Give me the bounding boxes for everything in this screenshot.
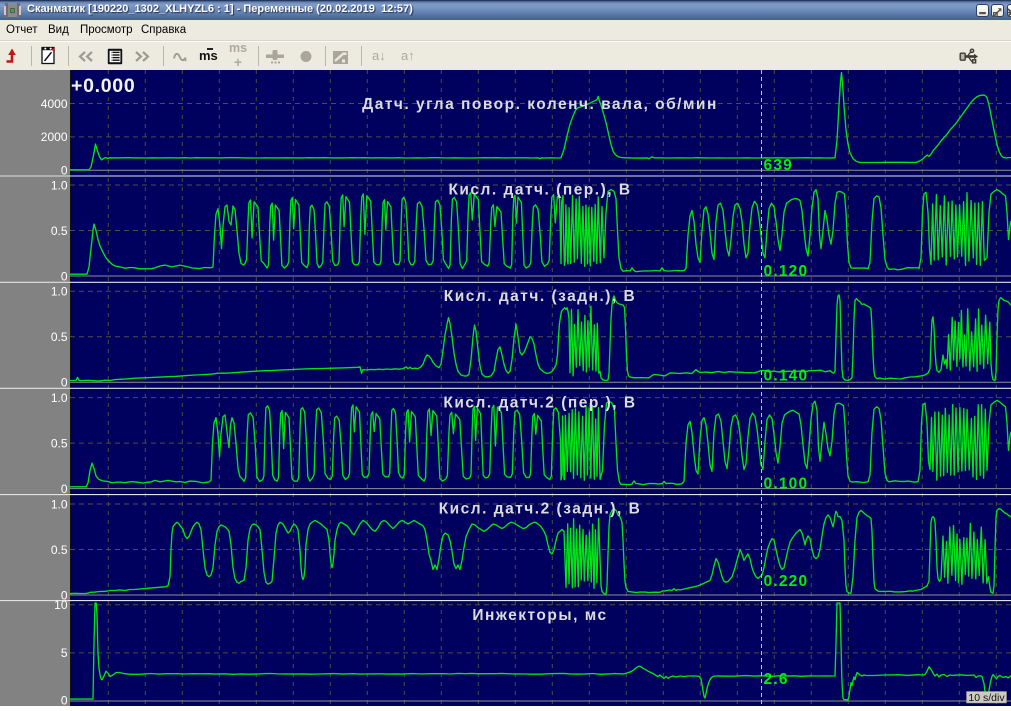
svg-text:Кисл. датч.2 (задн.), В: Кисл. датч.2 (задн.), В <box>439 501 642 518</box>
svg-text:Кисл. датч. (пер.), В: Кисл. датч. (пер.), В <box>448 182 631 199</box>
svg-text:1.0: 1.0 <box>51 285 68 299</box>
svg-text:0.5: 0.5 <box>51 436 68 450</box>
svg-text:0.120: 0.120 <box>764 263 809 280</box>
svg-text:0: 0 <box>61 269 68 283</box>
svg-text:5: 5 <box>61 646 68 660</box>
svg-text:639: 639 <box>764 157 793 174</box>
svg-text:+0.000: +0.000 <box>71 75 135 97</box>
svg-text:Инжекторы, мс: Инжекторы, мс <box>472 607 607 624</box>
svg-text:1.0: 1.0 <box>51 497 68 511</box>
svg-text:0.220: 0.220 <box>764 573 809 590</box>
svg-text:1.0: 1.0 <box>51 391 68 405</box>
svg-text:1.0: 1.0 <box>51 178 68 192</box>
svg-text:0.140: 0.140 <box>764 368 809 385</box>
svg-text:Кисл. датч. (задн.), В: Кисл. датч. (задн.), В <box>444 288 637 305</box>
svg-text:2000: 2000 <box>41 130 68 144</box>
svg-text:Кисл. датч.2 (пер.), В: Кисл. датч.2 (пер.), В <box>443 395 636 412</box>
svg-text:0: 0 <box>61 482 68 496</box>
svg-text:0.5: 0.5 <box>51 543 68 557</box>
svg-text:4000: 4000 <box>41 97 68 111</box>
svg-text:0.5: 0.5 <box>51 330 68 344</box>
svg-text:10 s/div: 10 s/div <box>968 692 1005 704</box>
svg-text:Датч. угла повор. коленч. вала: Датч. угла повор. коленч. вала, об/мин <box>362 96 718 113</box>
svg-text:0: 0 <box>61 376 68 390</box>
svg-text:0: 0 <box>61 693 68 706</box>
svg-text:2.6: 2.6 <box>764 671 789 688</box>
svg-text:0.100: 0.100 <box>764 476 809 493</box>
svg-text:0: 0 <box>61 164 68 178</box>
svg-text:0.5: 0.5 <box>51 224 68 238</box>
svg-text:10: 10 <box>54 598 68 612</box>
